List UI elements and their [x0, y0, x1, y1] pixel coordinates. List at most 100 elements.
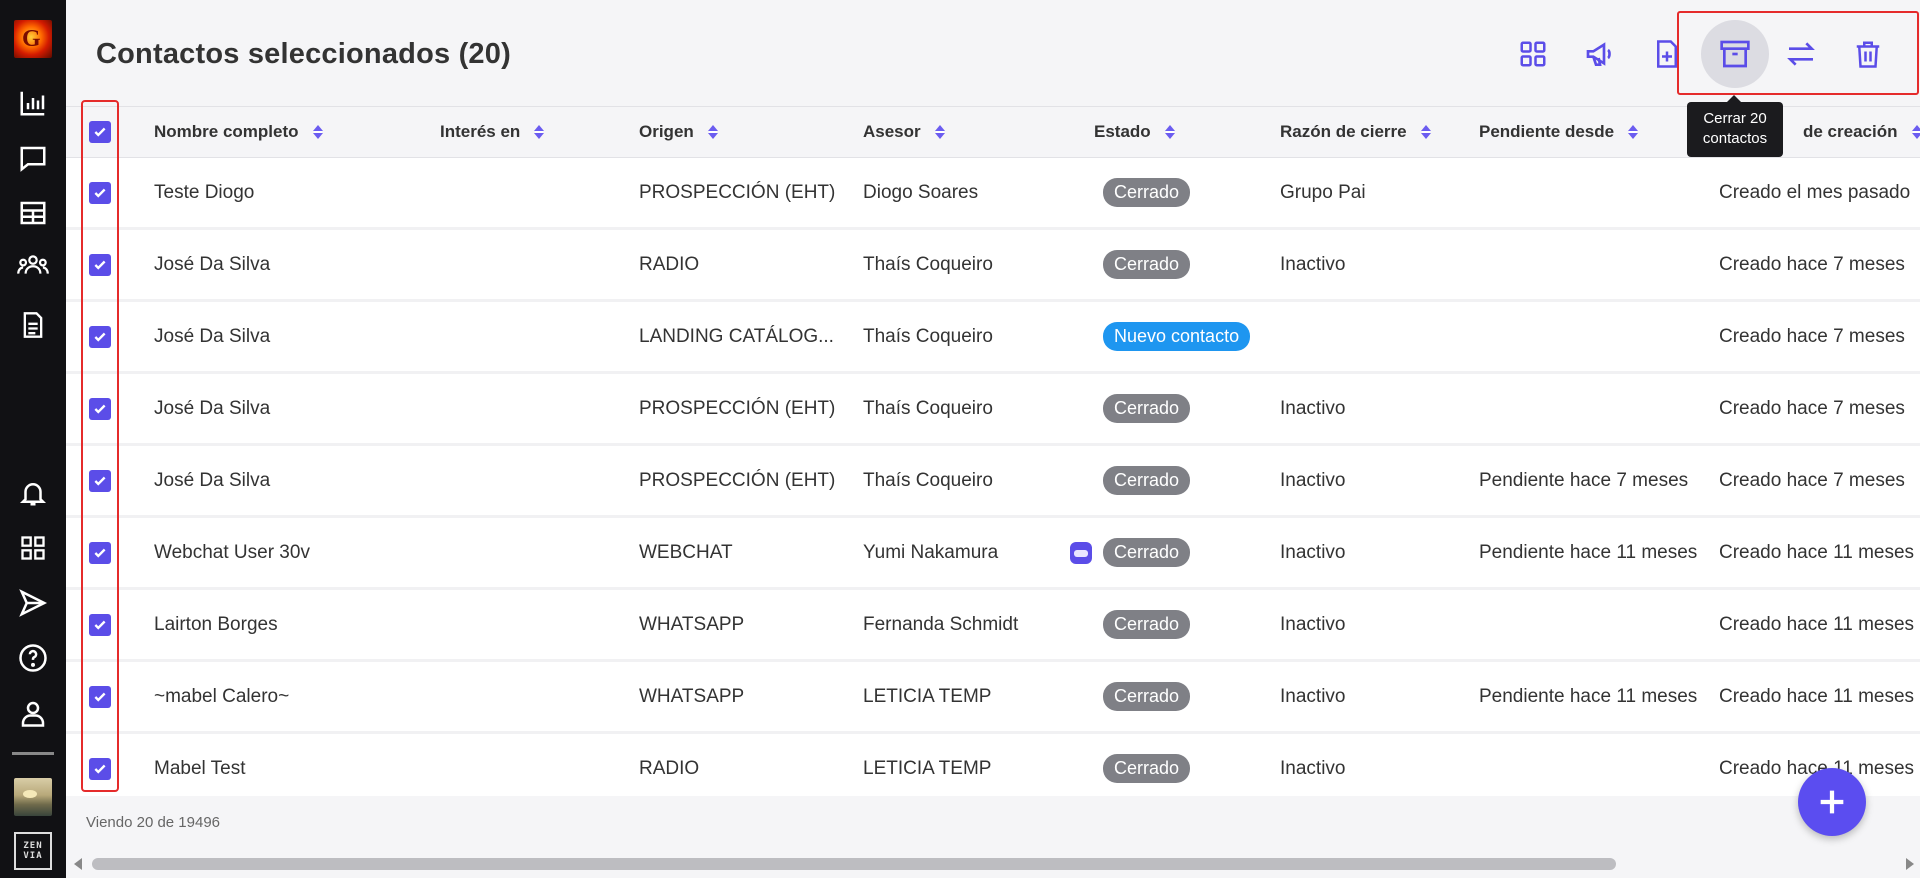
row-checkbox[interactable] [89, 542, 111, 564]
status-badge: Cerrado [1103, 250, 1191, 279]
chat-icon[interactable] [15, 140, 51, 176]
sort-icon[interactable] [312, 124, 323, 140]
cell-name: ~mabel Calero~ [154, 686, 290, 707]
column-header[interactable]: Nombre completo [154, 122, 323, 142]
table-row[interactable]: Webchat User 30v WEBCHAT Yumi Nakamura Inac… [66, 518, 1920, 590]
sort-icon[interactable] [534, 124, 545, 140]
cell-advisor: LETICIA TEMP [863, 686, 992, 707]
row-checkbox[interactable] [89, 326, 111, 348]
cell-origin: WEBCHAT [639, 542, 733, 563]
table-row[interactable]: José Da Silva RADIO Thaís Coqueiro Inactivo… [66, 230, 1920, 302]
column-header[interactable]: de creación [1803, 122, 1920, 142]
sort-icon[interactable] [934, 124, 945, 140]
cell-created: Creado hace 7 meses [1719, 326, 1905, 347]
table-row[interactable]: Lairton Borges WHATSAPP Fernanda Schmidt In… [66, 590, 1920, 662]
users-icon[interactable] [15, 247, 51, 283]
main-content: Contactos seleccionados (20) Cerrar 20 c… [66, 0, 1920, 878]
bot-icon [1070, 542, 1092, 564]
cell-reason: Inactivo [1280, 758, 1346, 779]
table-icon[interactable] [15, 195, 51, 231]
cell-origin: RADIO [639, 758, 700, 779]
cell-origin: WHATSAPP [639, 614, 745, 635]
cell-pending: Pendiente hace 11 meses [1479, 542, 1698, 563]
row-checkbox[interactable] [89, 398, 111, 420]
help-icon[interactable] [15, 640, 51, 676]
cell-reason: Inactivo [1280, 254, 1346, 275]
avatar[interactable] [14, 778, 52, 816]
sidebar: G ZEN VIA [0, 0, 66, 878]
cell-created: Creado hace 11 meses [1719, 614, 1915, 635]
plus-icon [1820, 790, 1844, 814]
brand-logo[interactable]: G [14, 20, 52, 58]
sidebar-divider [12, 752, 54, 755]
cell-origin: WHATSAPP [639, 686, 745, 707]
cell-created: Creado el mes pasado [1719, 182, 1911, 203]
cell-name: Lairton Borges [154, 614, 278, 635]
status-badge: Cerrado [1103, 538, 1191, 567]
column-header[interactable]: Asesor [863, 122, 945, 142]
cell-pending: Pendiente hace 7 meses [1479, 470, 1689, 491]
column-header[interactable]: Estado [1094, 122, 1175, 142]
sort-icon[interactable] [707, 124, 718, 140]
sort-icon[interactable] [1164, 124, 1175, 140]
grid-icon [1520, 41, 1546, 67]
sort-icon[interactable] [1911, 124, 1920, 140]
cell-advisor: Thaís Coqueiro [863, 326, 993, 347]
row-checkbox[interactable] [89, 614, 111, 636]
broadcast-button[interactable] [1566, 20, 1634, 88]
table-row[interactable]: ~mabel Calero~ WHATSAPP LETICIA TEMP Inacti… [66, 662, 1920, 734]
cell-advisor: Thaís Coqueiro [863, 398, 993, 419]
cell-name: Webchat User 30v [154, 542, 310, 563]
table-header: Nombre completo Interés en Origen Asesor… [66, 106, 1920, 158]
user-icon[interactable] [15, 695, 51, 731]
apps-icon[interactable] [15, 530, 51, 566]
cell-advisor: Thaís Coqueiro [863, 470, 993, 491]
add-contact-button[interactable] [1798, 768, 1866, 836]
cell-name: José Da Silva [154, 470, 271, 491]
cell-name: José Da Silva [154, 326, 271, 347]
cell-reason: Inactivo [1280, 686, 1346, 707]
document-icon[interactable] [15, 307, 51, 343]
table-row[interactable]: José Da Silva LANDING CATÁLOG... Thaís Coq… [66, 302, 1920, 374]
table-row[interactable]: José Da Silva PROSPECCIÓN (EHT) Thaís Coqu… [66, 374, 1920, 446]
status-badge: Cerrado [1103, 466, 1191, 495]
status-badge: Cerrado [1103, 178, 1191, 207]
zenvia-logo: ZEN VIA [14, 832, 52, 870]
file-add-icon [1657, 40, 1677, 68]
column-header[interactable]: Pendiente desde [1479, 122, 1639, 142]
chart-icon[interactable] [15, 85, 51, 121]
row-checkbox[interactable] [89, 686, 111, 708]
column-header[interactable]: Interés en [440, 122, 545, 142]
cell-reason: Grupo Pai [1280, 182, 1366, 203]
sort-icon[interactable] [1628, 124, 1639, 140]
close-contacts-button[interactable] [1701, 20, 1769, 88]
row-checkbox[interactable] [89, 182, 111, 204]
column-header[interactable]: Origen [639, 122, 718, 142]
scroll-left-icon[interactable] [74, 858, 82, 870]
trash-icon [1856, 41, 1880, 68]
grid-view-button[interactable] [1499, 20, 1567, 88]
cell-advisor: Diogo Soares [863, 182, 979, 203]
cell-reason: Inactivo [1280, 542, 1346, 563]
table-row[interactable]: José Da Silva PROSPECCIÓN (EHT) Thaís Coqu… [66, 446, 1920, 518]
delete-button[interactable] [1834, 20, 1902, 88]
scroll-right-icon[interactable] [1906, 858, 1914, 870]
row-checkbox[interactable] [89, 758, 111, 780]
row-checkbox[interactable] [89, 470, 111, 492]
select-all-checkbox[interactable] [89, 121, 111, 143]
tooltip: Cerrar 20 contactos [1687, 95, 1783, 157]
bell-icon[interactable] [15, 475, 51, 511]
table-row[interactable]: Teste Diogo PROSPECCIÓN (EHT) Diogo Soares… [66, 158, 1920, 230]
cell-reason: Inactivo [1280, 614, 1346, 635]
send-icon[interactable] [15, 585, 51, 621]
row-checkbox[interactable] [89, 254, 111, 276]
cell-origin: PROSPECCIÓN (EHT) [639, 398, 836, 419]
transfer-button[interactable] [1767, 20, 1835, 88]
sort-icon[interactable] [1420, 124, 1431, 140]
horizontal-scrollbar[interactable] [92, 858, 1616, 870]
add-file-button[interactable] [1633, 20, 1701, 88]
status-badge: Cerrado [1103, 754, 1191, 783]
cell-reason: Inactivo [1280, 470, 1346, 491]
column-header[interactable]: Razón de cierre [1280, 122, 1431, 142]
viewing-count: Viendo 20 de 19496 [86, 814, 221, 831]
